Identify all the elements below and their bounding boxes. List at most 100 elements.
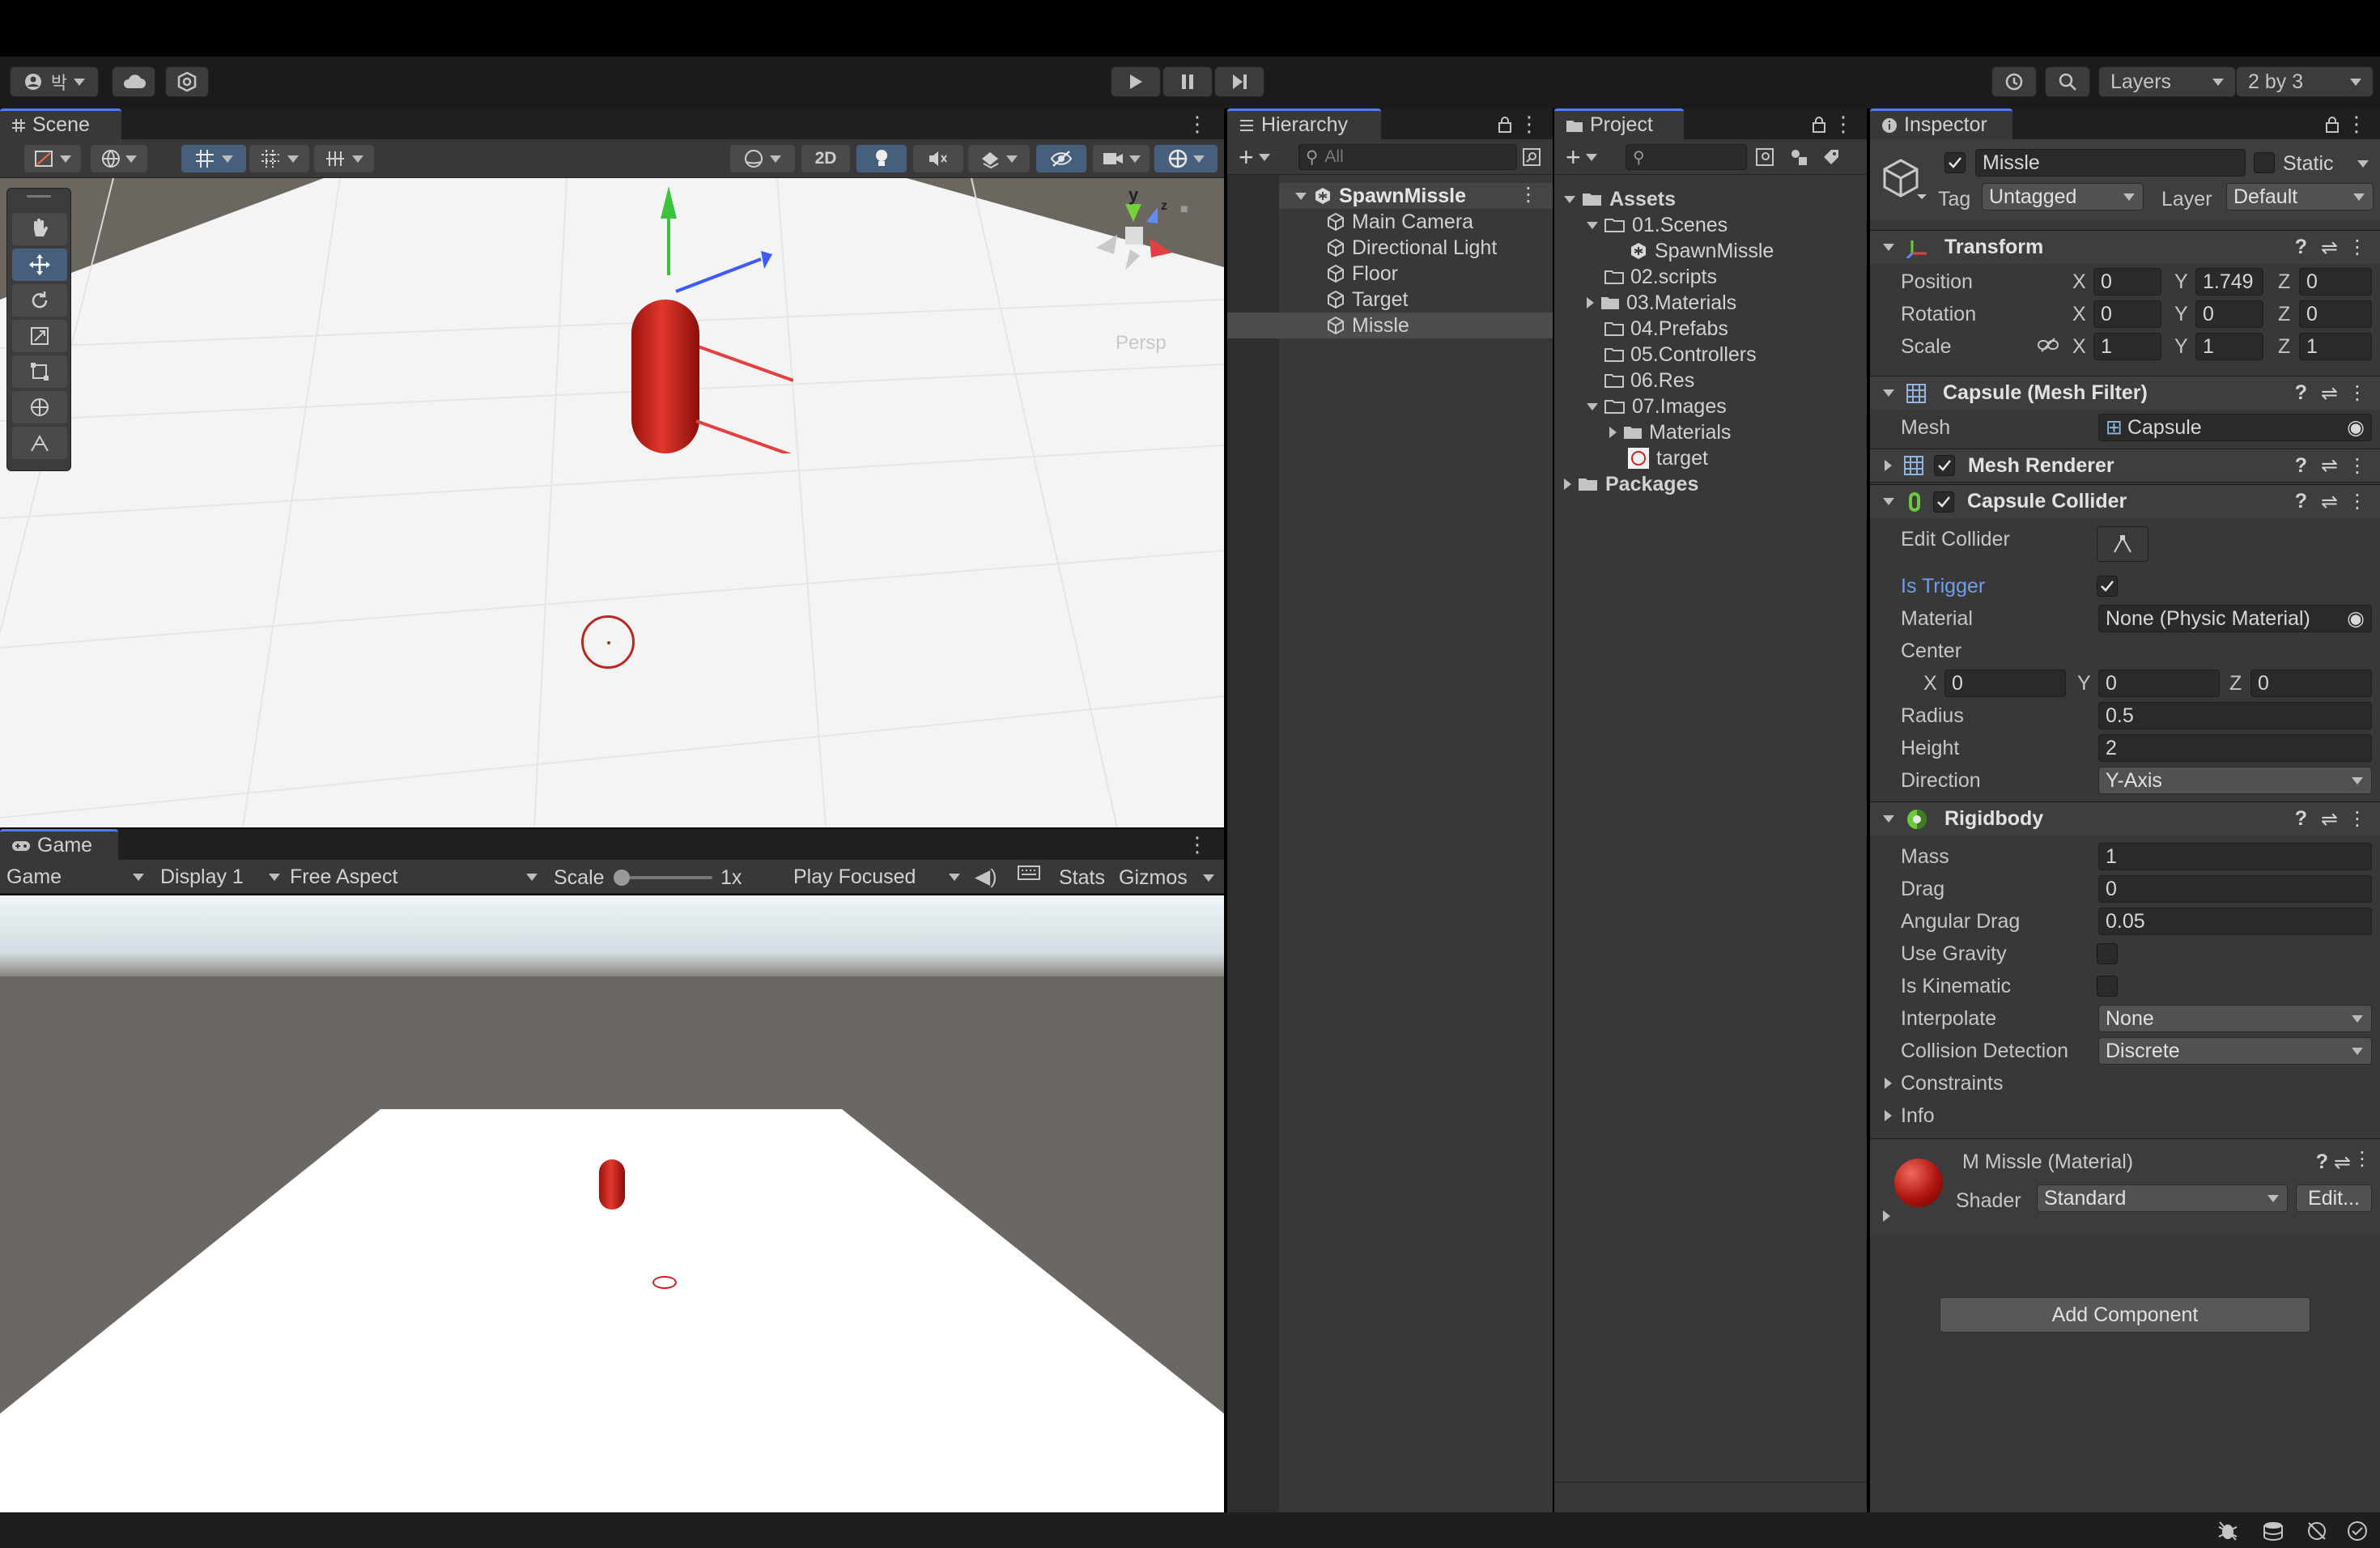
presets-icon[interactable]: ⇌ — [2321, 453, 2338, 478]
kebab-menu-icon[interactable]: ⋮ — [2348, 454, 2367, 478]
global-local-dropdown[interactable] — [91, 145, 147, 172]
search-options-icon[interactable] — [1755, 147, 1774, 172]
lighting-toggle-button[interactable] — [856, 145, 907, 172]
aspect-dropdown[interactable]: Free Aspect — [290, 860, 538, 894]
history-button[interactable] — [1991, 66, 2037, 97]
chevron-down-icon[interactable] — [1203, 874, 1214, 882]
tag-dropdown[interactable]: Untagged — [1982, 183, 2144, 211]
project-file-target[interactable]: target — [1627, 445, 1708, 471]
is-trigger-checkbox[interactable] — [2097, 576, 2118, 597]
hierarchy-item[interactable]: Floor — [1326, 261, 1398, 287]
rotation-x-input[interactable]: 0 — [2093, 300, 2161, 328]
speaker-icon[interactable]: ◀) — [975, 865, 997, 889]
lock-icon[interactable]: ■ — [1180, 202, 1188, 217]
project-add-button[interactable]: + — [1566, 144, 1597, 170]
project-folder-res[interactable]: 06.Res — [1604, 368, 1694, 393]
scale-x-input[interactable]: 1 — [2093, 333, 2161, 360]
help-icon[interactable]: ? — [2295, 807, 2307, 831]
display-dropdown[interactable]: Display 1 — [160, 860, 280, 894]
step-button[interactable] — [1214, 66, 1264, 97]
chevron-right-icon[interactable] — [1885, 460, 1892, 471]
gameobject-cube-icon[interactable] — [1881, 157, 1927, 208]
kebab-menu-icon[interactable]: ⋮ — [1519, 183, 1538, 206]
interpolate-dropdown[interactable]: None — [2098, 1005, 2372, 1032]
help-icon[interactable]: ? — [2295, 236, 2307, 259]
gizmos-button[interactable]: Gizmos — [1119, 866, 1188, 890]
align-button[interactable] — [314, 145, 374, 172]
shader-dropdown[interactable]: Standard — [2037, 1184, 2288, 1212]
info-row[interactable]: Info — [1870, 1099, 2380, 1132]
position-z-input[interactable]: 0 — [2299, 268, 2372, 296]
kebab-menu-icon[interactable]: ⋮ — [1519, 112, 1540, 137]
audio-toggle-button[interactable] — [913, 145, 963, 172]
layers-dropdown[interactable]: Layers — [2098, 66, 2236, 97]
scale-y-input[interactable]: 1 — [2195, 333, 2263, 360]
rotation-z-input[interactable]: 0 — [2299, 300, 2372, 328]
shader-edit-button[interactable]: Edit... — [2296, 1184, 2372, 1212]
scale-z-input[interactable]: 1 — [2299, 333, 2372, 360]
stats-button[interactable]: Stats — [1059, 866, 1105, 890]
drag-input[interactable]: 0 — [2098, 875, 2372, 903]
object-active-checkbox[interactable] — [1944, 152, 1966, 173]
chevron-down-icon[interactable] — [1564, 195, 1575, 203]
project-folder-materials[interactable]: 03.Materials — [1587, 290, 1736, 316]
game-viewport[interactable] — [0, 895, 1224, 1512]
camera-dropdown[interactable] — [1093, 145, 1150, 172]
filter-type-icon[interactable] — [1789, 147, 1808, 172]
debug-icon[interactable] — [2216, 1520, 2239, 1547]
auto-generate-lighting-icon[interactable] — [2306, 1520, 2328, 1547]
radius-input[interactable]: 0.5 — [2098, 702, 2372, 729]
scale-slider[interactable] — [614, 870, 712, 886]
search-options-icon[interactable] — [1522, 147, 1541, 172]
persp-label[interactable]: Persp — [1116, 332, 1167, 355]
help-icon[interactable]: ? — [2295, 490, 2307, 513]
hierarchy-item[interactable]: Target — [1326, 287, 1408, 313]
kebab-menu-icon[interactable]: ⋮ — [1187, 112, 1208, 137]
scale-slider-thumb[interactable] — [614, 870, 630, 886]
hierarchy-search-input[interactable]: ⚲ All — [1298, 144, 1517, 170]
presets-icon[interactable]: ⇌ — [2321, 381, 2338, 406]
direction-dropdown[interactable]: Y-Axis — [2098, 767, 2372, 794]
scale-tool-button[interactable] — [12, 320, 67, 352]
gizmos-dropdown[interactable] — [1154, 145, 1218, 172]
project-search-input[interactable]: ⚲ — [1626, 144, 1747, 170]
pause-button[interactable] — [1162, 66, 1213, 97]
chevron-right-icon[interactable] — [1564, 478, 1571, 490]
tab-project[interactable]: Project — [1554, 108, 1684, 139]
add-component-button[interactable]: Add Component — [1940, 1297, 2310, 1333]
center-x-input[interactable]: 0 — [1944, 670, 2066, 697]
chevron-down-icon[interactable] — [1883, 498, 1894, 505]
chevron-down-icon[interactable] — [1295, 192, 1307, 200]
hierarchy-item[interactable]: Main Camera — [1326, 209, 1473, 235]
hierarchy-add-button[interactable]: + — [1239, 144, 1270, 170]
angular-drag-input[interactable]: 0.05 — [2098, 908, 2372, 935]
static-checkbox[interactable] — [2254, 152, 2275, 173]
transform-header[interactable]: Transform ? ⇌ ⋮ — [1870, 230, 2380, 264]
help-icon[interactable]: ? — [2295, 381, 2307, 405]
kebab-menu-icon[interactable]: ⋮ — [2348, 807, 2367, 831]
mesh-renderer-header[interactable]: Mesh Renderer ? ⇌ ⋮ — [1870, 449, 2380, 483]
rotation-y-input[interactable]: 0 — [2195, 300, 2263, 328]
kebab-menu-icon[interactable]: ⋮ — [1187, 832, 1208, 857]
presets-icon[interactable]: ⇌ — [2321, 236, 2338, 260]
presets-icon[interactable]: ⇌ — [2321, 807, 2338, 831]
kebab-menu-icon[interactable]: ⋮ — [2352, 1147, 2372, 1171]
use-gravity-checkbox[interactable] — [2097, 943, 2118, 964]
chevron-down-icon[interactable] — [1883, 389, 1894, 397]
lock-icon[interactable] — [2325, 115, 2340, 138]
rigidbody-header[interactable]: Rigidbody ? ⇌ ⋮ — [1870, 802, 2380, 836]
edit-collider-button[interactable] — [2097, 526, 2148, 562]
search-button[interactable] — [2045, 66, 2090, 97]
capsule-collider-header[interactable]: Capsule Collider ? ⇌ ⋮ — [1870, 484, 2380, 518]
missile-object[interactable] — [631, 186, 793, 575]
build-check-icon[interactable] — [2346, 1520, 2369, 1547]
object-name-input[interactable]: Missle — [1975, 149, 2246, 176]
project-folder-assets[interactable]: Assets — [1564, 186, 1676, 212]
lock-icon[interactable] — [1498, 115, 1512, 138]
hierarchy-item-selected[interactable]: Missle — [1326, 313, 1409, 338]
target-object[interactable] — [581, 615, 635, 669]
presets-icon[interactable]: ⇌ — [2334, 1150, 2351, 1175]
capsule-collider-enabled-checkbox[interactable] — [1933, 491, 1954, 512]
transform-tool-button[interactable] — [12, 391, 67, 423]
chevron-down-icon[interactable] — [1883, 244, 1894, 251]
